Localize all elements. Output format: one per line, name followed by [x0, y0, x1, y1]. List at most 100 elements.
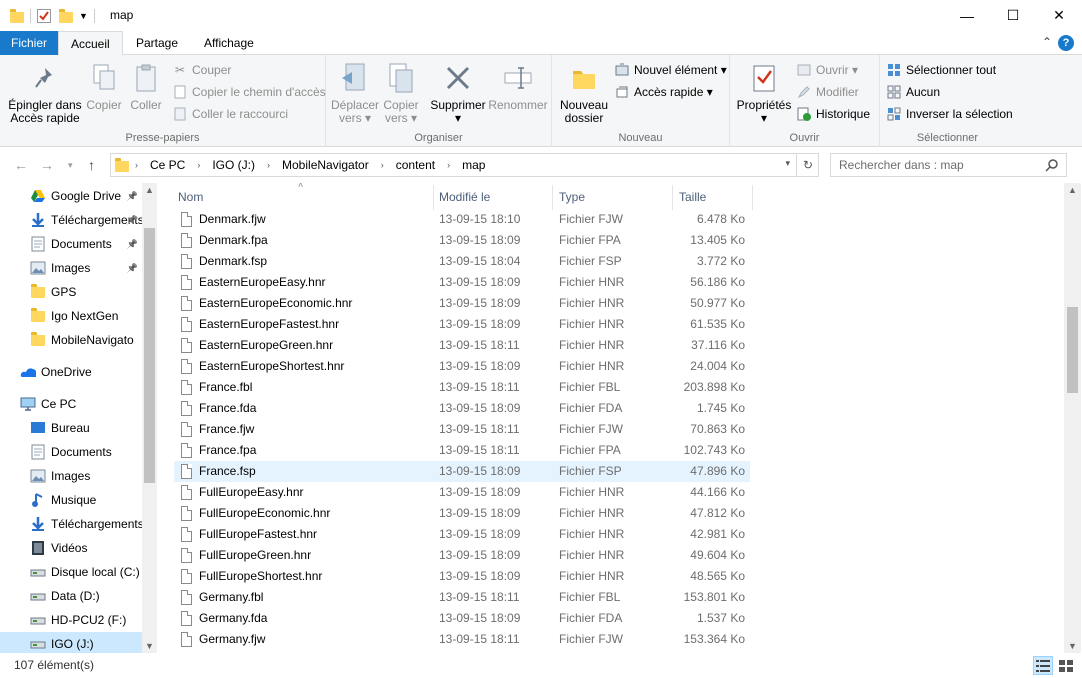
breadcrumb-separator-icon[interactable]: › [129, 154, 144, 176]
sidebar-item[interactable]: Images [0, 464, 142, 488]
easy-access-button[interactable]: Accès rapide ▾ [614, 82, 713, 102]
properties-qa-icon[interactable] [37, 9, 51, 23]
minimize-button[interactable]: — [944, 0, 990, 31]
new-item-button[interactable]: Nouvel élément ▾ [614, 60, 727, 80]
file-row[interactable]: France.fjw 13-09-15 18:11 Fichier FJW 70.86… [174, 419, 750, 440]
scroll-down-icon[interactable]: ▼ [141, 641, 158, 651]
file-row[interactable]: France.fda 13-09-15 18:09 Fichier FDA 1.745… [174, 398, 750, 419]
tab-view[interactable]: Affichage [192, 31, 266, 55]
sidebar-item[interactable]: Vidéos [0, 536, 142, 560]
file-row[interactable]: FullEuropeFastest.hnr 13-09-15 18:09 Fichi… [174, 524, 750, 545]
breadcrumb-separator-icon[interactable]: › [191, 154, 206, 176]
breadcrumb-igo-drive[interactable]: IGO (J:) [206, 154, 261, 176]
tab-file[interactable]: Fichier [0, 31, 58, 55]
file-row[interactable]: EasternEuropeFastest.hnr 13-09-15 18:09 Fi… [174, 314, 750, 335]
tab-home[interactable]: Accueil [58, 31, 123, 56]
address-bar[interactable]: › Ce PC › IGO (J:) › MobileNavigator › c… [110, 153, 819, 177]
file-row[interactable]: France.fsp 13-09-15 18:09 Fichier FSP 47.89… [174, 461, 750, 482]
pin-icon[interactable]: 📌 [127, 215, 138, 226]
invert-selection-button[interactable]: Inverser la sélection [886, 104, 1013, 124]
sidebar-item[interactable]: Data (D:) [0, 584, 142, 608]
sidebar-item[interactable]: Téléchargements 📌 [0, 208, 142, 232]
sidebar-item[interactable]: Documents [0, 440, 142, 464]
open-button[interactable]: Ouvrir ▾ [796, 60, 858, 80]
history-button[interactable]: Historique [796, 104, 870, 124]
scroll-up-icon[interactable]: ▲ [1064, 185, 1081, 195]
sidebar-item[interactable]: Téléchargements [0, 512, 142, 536]
file-row[interactable]: EasternEuropeShortest.hnr 13-09-15 18:09 F… [174, 356, 750, 377]
breadcrumb-mobilenavigator[interactable]: MobileNavigator [276, 154, 375, 176]
select-none-button[interactable]: Aucun [886, 82, 940, 102]
properties-button[interactable]: Propriétés ▾ [736, 61, 792, 125]
file-row[interactable]: France.fpa 13-09-15 18:11 Fichier FPA 102.7… [174, 440, 750, 461]
forward-arrow-icon[interactable]: → [40, 157, 54, 173]
copy-to-button[interactable]: Copier vers ▾ [378, 61, 424, 125]
close-button[interactable]: ✕ [1036, 0, 1082, 31]
breadcrumb-separator-icon[interactable]: › [375, 154, 390, 176]
file-row[interactable]: Germany.fbl 13-09-15 18:11 Fichier FBL 153.… [174, 587, 750, 608]
new-folder-qa-icon[interactable] [59, 8, 73, 23]
file-row[interactable]: Denmark.fsp 13-09-15 18:04 Fichier FSP 3.77… [174, 251, 750, 272]
sidebar-item[interactable]: IGO (J:) [0, 632, 142, 653]
file-row[interactable]: France.fbl 13-09-15 18:11 Fichier FBL 203.8… [174, 377, 750, 398]
file-row[interactable]: EasternEuropeEasy.hnr 13-09-15 18:09 Fichi… [174, 272, 750, 293]
recent-locations-icon[interactable]: ▾ [68, 160, 73, 171]
scroll-down-icon[interactable]: ▼ [1064, 641, 1081, 651]
breadcrumb-separator-icon[interactable]: › [441, 154, 456, 176]
paste-button[interactable]: Coller [126, 61, 166, 112]
breadcrumb-content[interactable]: content [390, 154, 441, 176]
copy-button[interactable]: Copier [84, 61, 124, 112]
sidebar-item[interactable]: Google Drive 📌 [0, 184, 142, 208]
delete-button[interactable]: Supprimer ▾ [430, 61, 486, 125]
scroll-thumb[interactable] [1067, 307, 1078, 393]
refresh-icon[interactable]: ↻ [796, 153, 819, 177]
sidebar-item[interactable]: Disque local (C:) [0, 560, 142, 584]
new-folder-button[interactable]: Nouveau dossier [556, 61, 612, 125]
column-header-type[interactable]: Type [553, 185, 673, 210]
file-row[interactable]: Denmark.fpa 13-09-15 18:09 Fichier FPA 13.4… [174, 230, 750, 251]
scroll-thumb[interactable] [144, 228, 155, 483]
breadcrumb-ce-pc[interactable]: Ce PC [144, 154, 191, 176]
select-all-button[interactable]: Sélectionner tout [886, 60, 996, 80]
pin-icon[interactable]: 📌 [127, 239, 138, 250]
copy-path-button[interactable]: Copier le chemin d'accès [172, 82, 326, 102]
sidebar-item[interactable]: Musique [0, 488, 142, 512]
collapse-ribbon-icon[interactable]: ⌃ [1042, 35, 1052, 49]
file-row[interactable]: EasternEuropeGreen.hnr 13-09-15 18:11 Fich… [174, 335, 750, 356]
file-list-scrollbar[interactable]: ▲ ▼ [1064, 183, 1081, 653]
file-row[interactable]: EasternEuropeEconomic.hnr 13-09-15 18:09 F… [174, 293, 750, 314]
breadcrumb-separator-icon[interactable]: › [261, 154, 276, 176]
pin-icon[interactable]: 📌 [127, 191, 138, 202]
file-row[interactable]: FullEuropeGreen.hnr 13-09-15 18:09 Fichier… [174, 545, 750, 566]
cut-button[interactable]: ✂ Couper [172, 60, 231, 80]
scroll-up-icon[interactable]: ▲ [141, 185, 158, 195]
pin-icon[interactable]: 📌 [127, 263, 138, 274]
sidebar-item[interactable]: OneDrive [0, 360, 142, 384]
back-arrow-icon[interactable]: ← [14, 157, 28, 173]
address-dropdown-icon[interactable]: ▾ [785, 158, 790, 169]
rename-button[interactable]: Renommer [488, 61, 548, 112]
column-header-date[interactable]: Modifié le [433, 185, 553, 210]
sidebar-item[interactable]: Ce PC [0, 392, 142, 416]
file-row[interactable]: Germany.fjw 13-09-15 18:11 Fichier FJW 153.… [174, 629, 750, 650]
move-to-button[interactable]: Déplacer vers ▾ [330, 61, 380, 125]
maximize-button[interactable]: ☐ [990, 0, 1036, 31]
file-row[interactable]: FullEuropeEasy.hnr 13-09-15 18:09 Fichier … [174, 482, 750, 503]
file-row[interactable]: FullEuropeShortest.hnr 13-09-15 18:09 Fich… [174, 566, 750, 587]
up-arrow-icon[interactable]: ↑ [88, 157, 95, 173]
details-view-icon[interactable] [1033, 656, 1053, 675]
file-row[interactable]: Denmark.fjw 13-09-15 18:10 Fichier FJW 6.47… [174, 209, 750, 230]
sidebar-item[interactable]: Documents 📌 [0, 232, 142, 256]
customize-qa-icon[interactable]: ▼ [79, 11, 88, 21]
breadcrumb-map[interactable]: map [456, 154, 491, 176]
sidebar-item[interactable]: Images 📌 [0, 256, 142, 280]
sidebar-item[interactable]: Igo NextGen [0, 304, 142, 328]
edit-button[interactable]: Modifier [796, 82, 859, 102]
file-row[interactable]: FullEuropeEconomic.hnr 13-09-15 18:09 Fich… [174, 503, 750, 524]
sidebar-item[interactable]: GPS [0, 280, 142, 304]
sidebar-item[interactable]: Bureau [0, 416, 142, 440]
column-header-size[interactable]: Taille [673, 185, 753, 210]
navigation-scrollbar[interactable]: ▲ ▼ [142, 183, 157, 653]
sidebar-item[interactable]: MobileNavigato [0, 328, 142, 352]
search-input[interactable]: Rechercher dans : map [830, 153, 1067, 177]
